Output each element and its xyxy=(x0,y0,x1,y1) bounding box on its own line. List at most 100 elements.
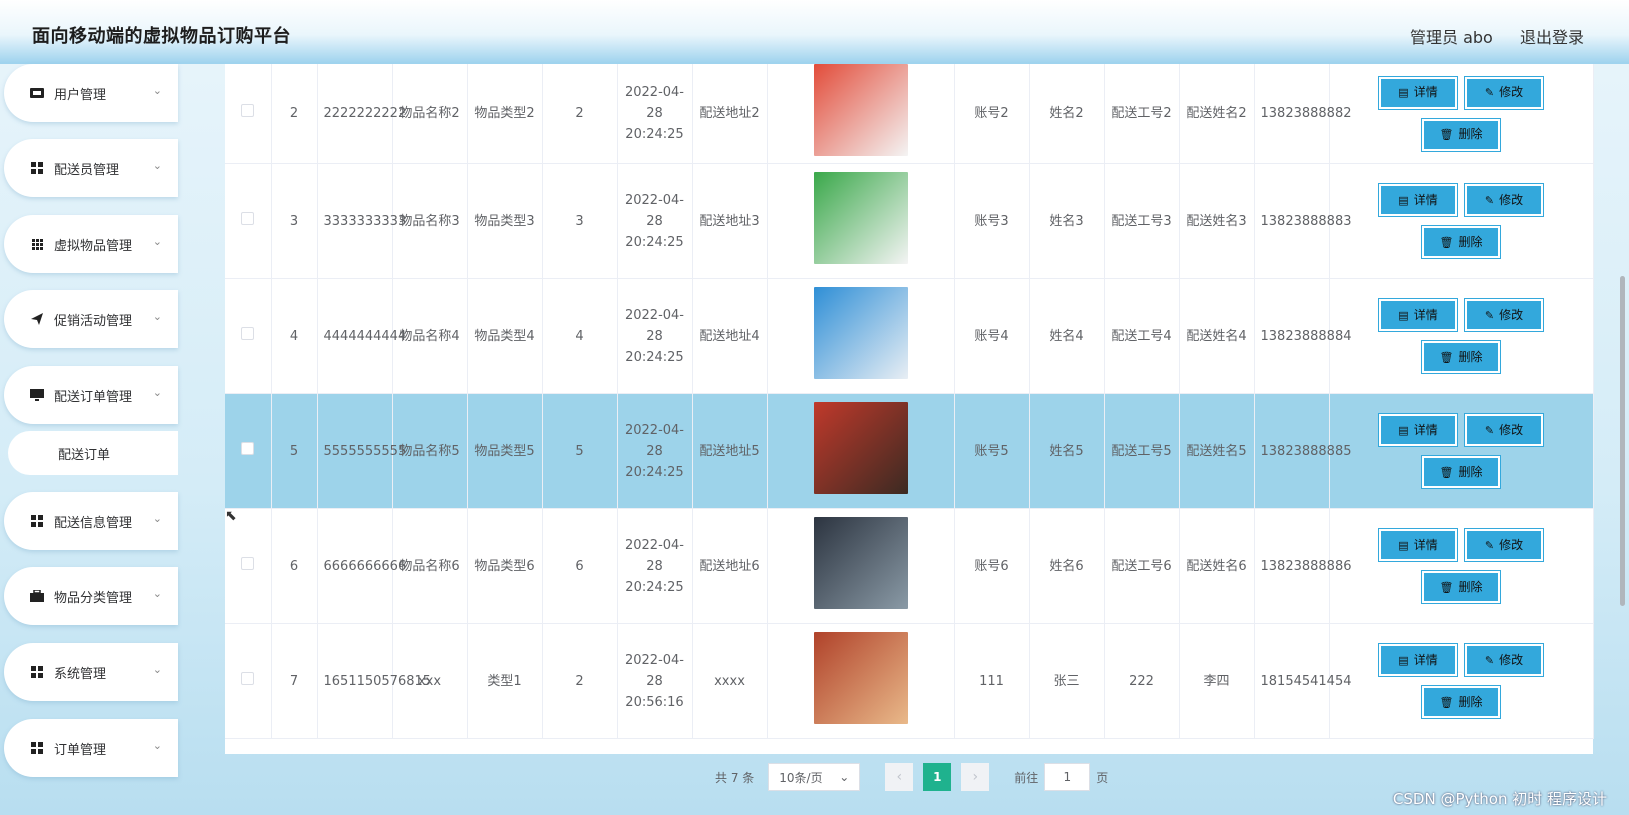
cell-qty: 2 xyxy=(542,64,618,164)
page-number-current[interactable]: 1 xyxy=(923,763,952,791)
goto-page-input[interactable]: 1 xyxy=(1044,763,1091,791)
prev-page-button[interactable]: ‹ xyxy=(885,763,914,791)
document-icon: ▤ xyxy=(1398,308,1409,322)
cell-time: 2022-04-28 20:56:16 xyxy=(617,623,693,739)
cell-time: 2022-04-28 20:24:25 xyxy=(617,393,693,509)
sidebar-item-label: 配送信息管理 xyxy=(54,515,133,531)
item-image[interactable] xyxy=(813,401,908,494)
table-row[interactable]: 5 5555555555 物品名称5 物品类型5 5 2022-04-28 20:24:2… xyxy=(225,393,1594,509)
row-checkbox[interactable] xyxy=(241,104,255,117)
chevron-down-icon: ⌄ xyxy=(152,663,162,676)
row-checkbox[interactable] xyxy=(241,441,255,455)
table-row[interactable]: 7 1651150576815 xxx 类型1 2 2022-04-28 20:56:16… xyxy=(225,623,1594,739)
cell-type: 物品类型6 xyxy=(467,508,543,624)
delete-button[interactable]: 🗑 删除 xyxy=(1421,117,1501,152)
cell-phone: 13823888885 xyxy=(1254,393,1351,509)
item-image[interactable] xyxy=(813,286,908,379)
detail-button[interactable]: ▤ 详情 xyxy=(1378,183,1458,217)
document-icon: ▤ xyxy=(1398,423,1409,437)
item-image[interactable] xyxy=(813,171,908,264)
row-checkbox[interactable] xyxy=(241,326,255,340)
monitor-icon xyxy=(30,388,44,402)
delete-button[interactable]: 🗑 删除 xyxy=(1421,340,1501,374)
cell-courier_no: 配送工号3 xyxy=(1104,163,1180,279)
row-checkbox[interactable] xyxy=(241,556,255,570)
table-row[interactable]: 2 2222222222 物品名称2 物品类型2 2 2022-04-28 20:24:2… xyxy=(225,64,1594,164)
row-checkbox-cell xyxy=(225,163,272,279)
pencil-icon: ✎ xyxy=(1484,538,1495,552)
chevron-down-icon: ⌄ xyxy=(152,84,162,97)
delete-button[interactable]: 🗑 删除 xyxy=(1421,685,1501,719)
briefcase-icon xyxy=(30,589,44,603)
item-image[interactable] xyxy=(813,631,908,724)
item-image[interactable] xyxy=(813,64,908,156)
next-page-button[interactable]: › xyxy=(961,763,990,791)
delete-button[interactable]: 🗑 删除 xyxy=(1421,225,1501,259)
row-checkbox-cell xyxy=(225,508,272,624)
sidebar-item-orders[interactable]: 订单管理 ⌄ xyxy=(4,719,178,777)
pagination: 共 7 条 10条/页 ⌄ ‹ 1 › 前往 1 页 xyxy=(715,763,1108,791)
cell-actions: ▤ 详情 ✎ 修改 🗑 删除 xyxy=(1329,64,1594,164)
trash-icon: 🗑 xyxy=(1439,128,1454,141)
sidebar-item-categories[interactable]: 物品分类管理 ⌄ xyxy=(4,567,178,625)
row-checkbox[interactable] xyxy=(241,671,255,685)
header-bar: 面向移动端的虚拟物品订购平台 管理员 abo 退出登录 xyxy=(0,0,1629,64)
edit-button[interactable]: ✎ 修改 xyxy=(1464,528,1544,562)
cell-person: 张三 xyxy=(1029,623,1105,739)
table-row[interactable]: 3 3333333333 物品名称3 物品类型3 3 2022-04-28 20:24:2… xyxy=(225,163,1594,279)
detail-button[interactable]: ▤ 详情 xyxy=(1378,413,1458,447)
row-checkbox[interactable] xyxy=(241,211,255,225)
sidebar-item-system[interactable]: 系统管理 ⌄ xyxy=(4,643,178,701)
sidebar-item-promotions[interactable]: 促销活动管理 ⌄ xyxy=(4,290,178,348)
pencil-icon: ✎ xyxy=(1484,86,1495,99)
vertical-scrollbar[interactable] xyxy=(1620,276,1625,606)
cell-image xyxy=(767,393,955,509)
chevron-down-icon: ⌄ xyxy=(152,587,162,600)
sidebar-item-users[interactable]: 用户管理 ⌄ xyxy=(4,64,178,122)
logout-link[interactable]: 退出登录 xyxy=(1520,24,1584,48)
cell-type: 物品类型4 xyxy=(467,278,543,394)
page-size-select[interactable]: 10条/页 ⌄ xyxy=(768,763,861,791)
table-row[interactable]: 4 4444444444 物品名称4 物品类型4 4 2022-04-28 20:24:2… xyxy=(225,278,1594,394)
edit-button[interactable]: ✎ 修改 xyxy=(1464,413,1544,447)
sidebar-item-label: 用户管理 xyxy=(54,87,107,103)
cell-index: 2 xyxy=(271,64,318,164)
sidebar-item-delivery-orders[interactable]: 配送订单管理 ⌄ xyxy=(4,366,178,424)
detail-button[interactable]: ▤ 详情 xyxy=(1378,528,1458,562)
cell-name: 物品名称5 xyxy=(392,393,468,509)
cell-order_no: 5555555555 xyxy=(317,393,406,509)
submenu-item-delivery-order[interactable]: 配送订单 xyxy=(8,431,178,475)
sidebar-item-label: 配送员管理 xyxy=(54,162,120,178)
item-image[interactable] xyxy=(813,516,908,609)
goto-suffix: 页 xyxy=(1096,770,1109,785)
cell-image xyxy=(767,623,955,739)
edit-button[interactable]: ✎ 修改 xyxy=(1464,298,1544,332)
sidebar-item-couriers[interactable]: 配送员管理 ⌄ xyxy=(4,139,178,197)
detail-button[interactable]: ▤ 详情 xyxy=(1378,75,1458,110)
sidebar-item-virtual-goods[interactable]: 虚拟物品管理 ⌄ xyxy=(4,215,178,273)
cell-index: 3 xyxy=(271,163,318,279)
document-icon: ▤ xyxy=(1398,193,1409,207)
cell-actions: ▤ 详情 ✎ 修改 🗑 删除 xyxy=(1329,393,1594,509)
cell-courier_no: 配送工号2 xyxy=(1104,64,1180,164)
detail-button[interactable]: ▤ 详情 xyxy=(1378,643,1458,677)
cell-name: 物品名称2 xyxy=(392,64,468,164)
sidebar-item-delivery-info[interactable]: 配送信息管理 ⌄ xyxy=(4,492,178,550)
paper-plane-icon xyxy=(30,312,44,326)
chevron-down-icon: ⌄ xyxy=(152,310,162,323)
detail-button[interactable]: ▤ 详情 xyxy=(1378,298,1458,332)
cell-qty: 4 xyxy=(542,278,618,394)
cell-courier_no: 配送工号5 xyxy=(1104,393,1180,509)
edit-button[interactable]: ✎ 修改 xyxy=(1464,643,1544,677)
cell-courier_name: 配送姓名3 xyxy=(1179,163,1255,279)
cell-courier_no: 配送工号6 xyxy=(1104,508,1180,624)
edit-button[interactable]: ✎ 修改 xyxy=(1464,75,1544,110)
cell-account: 账号6 xyxy=(954,508,1030,624)
cell-image xyxy=(767,64,955,164)
delete-button[interactable]: 🗑 删除 xyxy=(1421,455,1501,489)
delete-button[interactable]: 🗑 删除 xyxy=(1421,570,1501,604)
edit-button[interactable]: ✎ 修改 xyxy=(1464,183,1544,217)
table-row[interactable]: 6 6666666666 物品名称6 物品类型6 6 2022-04-28 20:24:2… xyxy=(225,508,1594,624)
cell-person: 姓名6 xyxy=(1029,508,1105,624)
trash-icon: 🗑 xyxy=(1439,465,1454,479)
